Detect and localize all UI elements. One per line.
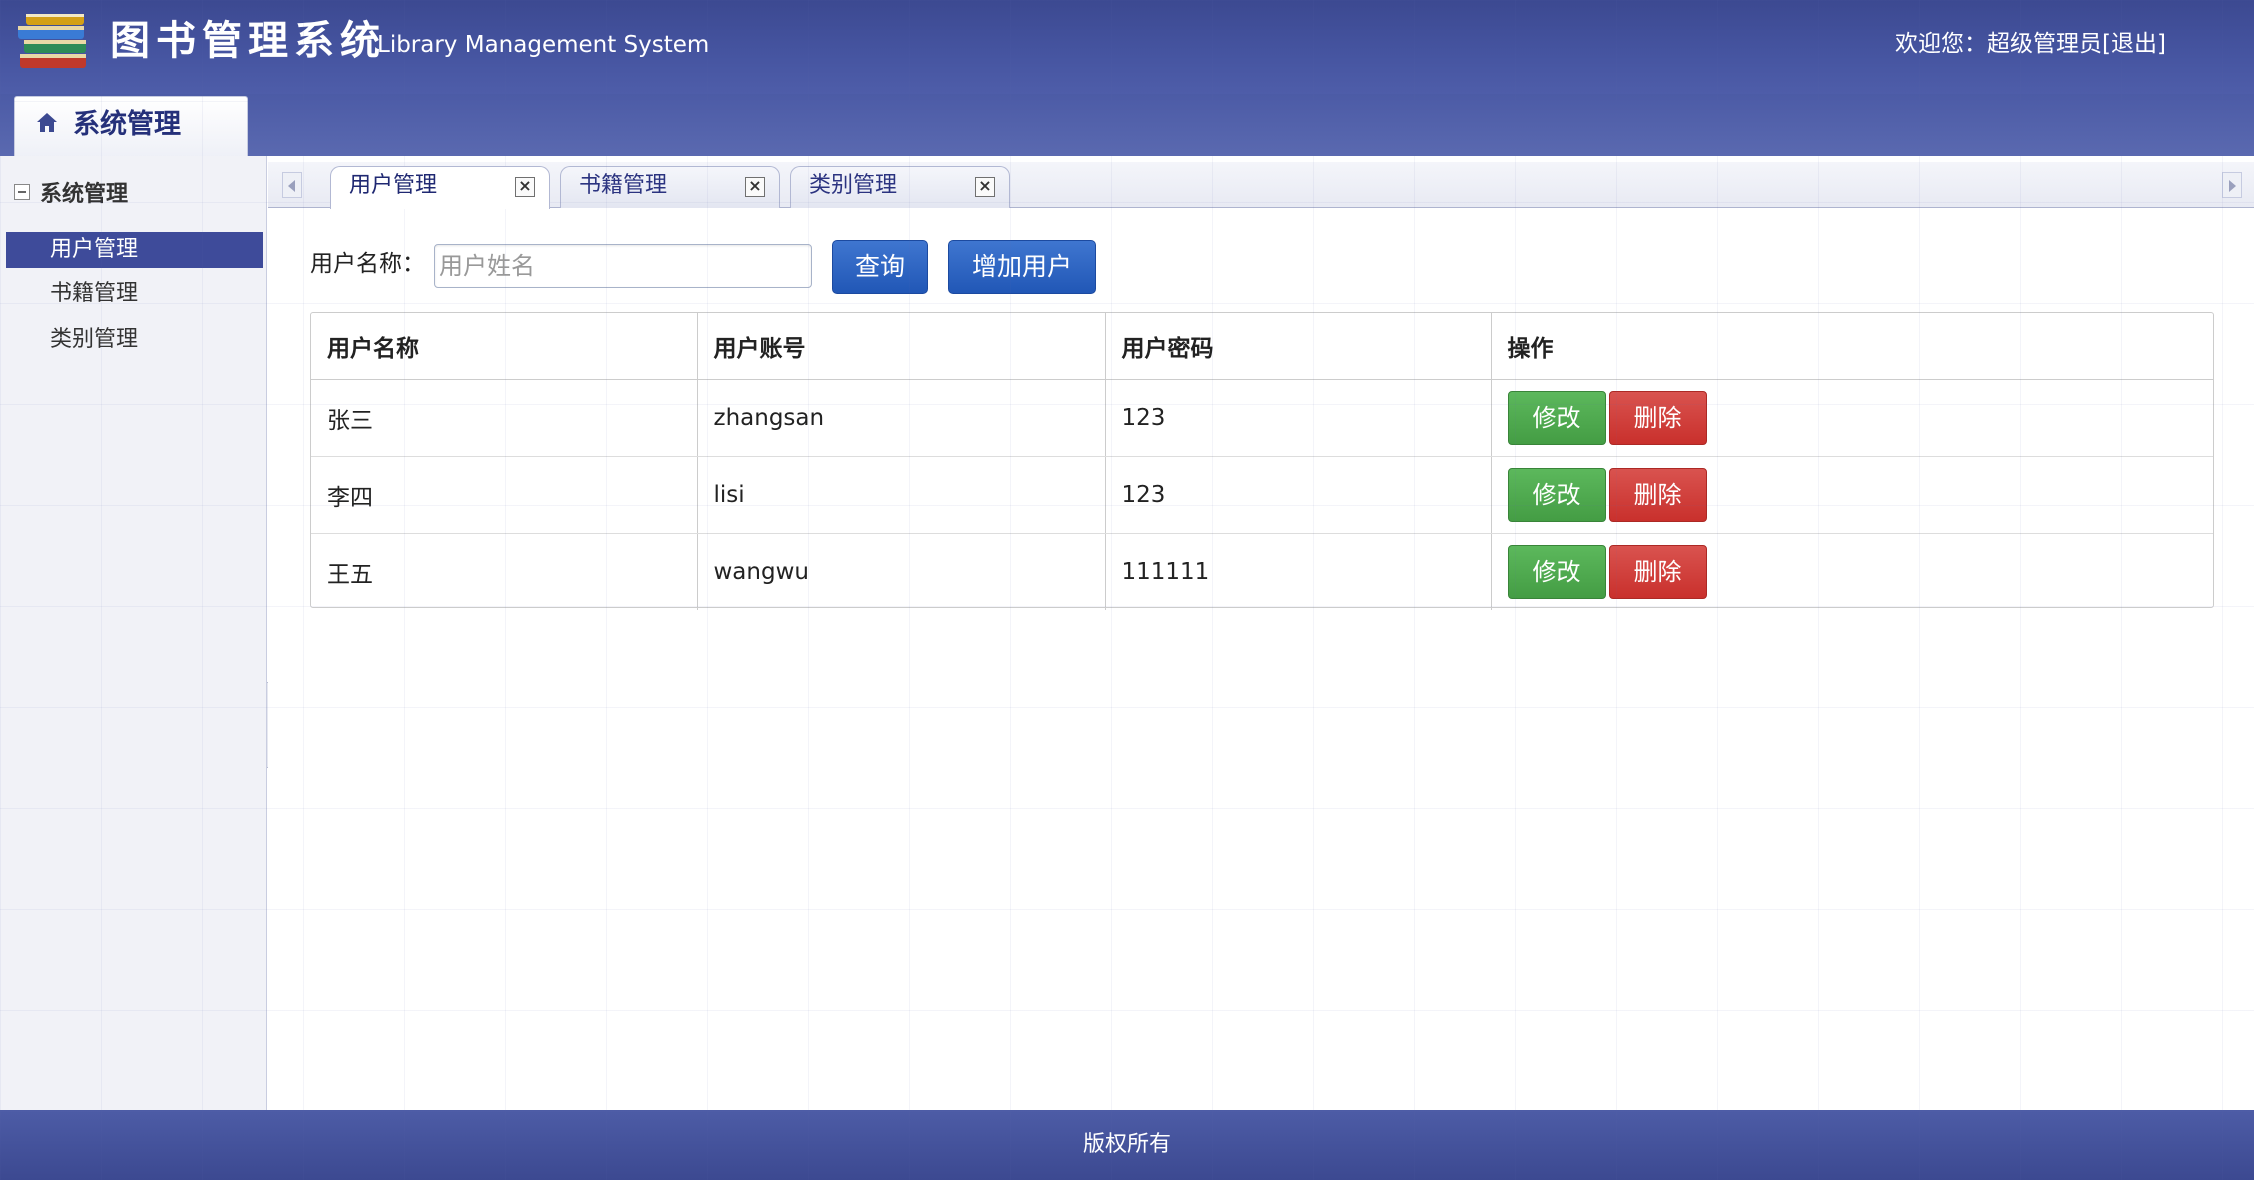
sidebar-section-header[interactable]: 系统管理: [14, 178, 128, 212]
cell-user-password: 123: [1105, 456, 1492, 534]
close-icon[interactable]: ×: [745, 177, 765, 197]
tab-scroll-right-icon[interactable]: [2222, 172, 2242, 198]
close-icon[interactable]: ×: [975, 177, 995, 197]
user-name: 超级管理员: [1987, 31, 2103, 57]
cell-user-account: wangwu: [697, 533, 1106, 610]
sidebar-item-categories[interactable]: 类别管理: [6, 322, 263, 358]
cell-actions: 修改 删除: [1491, 533, 2213, 610]
cell-user-account: zhangsan: [697, 379, 1106, 457]
close-icon[interactable]: ×: [515, 177, 535, 197]
main-content: [268, 156, 2254, 1110]
tab-label: 用户管理: [349, 173, 438, 198]
cell-user-password: 111111: [1105, 533, 1492, 610]
nav-band: [0, 94, 2254, 156]
cell-user-account: lisi: [697, 456, 1106, 534]
home-icon: [37, 113, 57, 132]
table-row: 王五 wangwu 111111 修改 删除: [311, 533, 2213, 610]
app-title: 图书管理系统: [110, 18, 386, 64]
delete-button[interactable]: 删除: [1608, 467, 1707, 522]
tab-book-management[interactable]: 书籍管理 ×: [560, 166, 780, 208]
search-label: 用户名称：: [310, 251, 425, 277]
users-table: 用户名称 用户账号 用户密码 操作 张三 zhangsan 123 修改 删除 李…: [310, 312, 2214, 610]
collapse-icon[interactable]: [14, 184, 30, 200]
cell-user-name: 李四: [311, 456, 698, 534]
app-header: 图书管理系统 Library Management System 欢迎您：超级管…: [0, 0, 2254, 94]
user-name-search-input[interactable]: [434, 244, 812, 288]
copyright-text: 版权所有: [1082, 1132, 1171, 1157]
table-header-row: 用户名称 用户账号 用户密码 操作: [311, 313, 2213, 380]
cell-actions: 修改 删除: [1491, 379, 2213, 457]
nav-tab-label: 系统管理: [73, 109, 181, 140]
column-header: 操作: [1491, 313, 2213, 380]
welcome-bar: 欢迎您：超级管理员[退出]: [1895, 26, 2166, 62]
column-header: 用户账号: [697, 313, 1106, 380]
table-row: 张三 zhangsan 123 修改 删除: [311, 379, 2213, 457]
app-subtitle: Library Management System: [377, 32, 710, 58]
cell-actions: 修改 删除: [1491, 456, 2213, 534]
sidebar-item-books[interactable]: 书籍管理: [6, 276, 263, 312]
tab-category-management[interactable]: 类别管理 ×: [790, 166, 1010, 208]
delete-button[interactable]: 删除: [1608, 544, 1707, 599]
table-row: 李四 lisi 123 修改 删除: [311, 456, 2213, 534]
tab-scroll-left-icon[interactable]: [282, 172, 302, 198]
edit-button[interactable]: 修改: [1507, 390, 1606, 445]
welcome-prefix: 欢迎您：: [1895, 31, 1988, 57]
footer: 版权所有: [0, 1110, 2254, 1180]
cell-user-password: 123: [1105, 379, 1492, 457]
delete-button[interactable]: 删除: [1608, 390, 1707, 445]
sidebar-item-users[interactable]: 用户管理: [6, 232, 263, 268]
edit-button[interactable]: 修改: [1507, 544, 1606, 599]
tab-label: 类别管理: [809, 173, 898, 198]
cell-user-name: 张三: [311, 379, 698, 457]
add-user-button[interactable]: 增加用户: [948, 240, 1096, 294]
cell-user-name: 王五: [311, 533, 698, 610]
sidebar-section-label: 系统管理: [40, 182, 129, 207]
tab-label: 书籍管理: [579, 173, 668, 198]
logout-link[interactable]: [退出]: [2102, 31, 2166, 57]
edit-button[interactable]: 修改: [1507, 467, 1606, 522]
books-logo-icon: [18, 14, 86, 68]
column-header: 用户名称: [311, 313, 698, 380]
tab-user-management[interactable]: 用户管理 ×: [330, 166, 550, 209]
nav-tab-system[interactable]: 系统管理: [14, 96, 248, 158]
column-header: 用户密码: [1105, 313, 1492, 380]
query-button[interactable]: 查询: [832, 240, 928, 294]
